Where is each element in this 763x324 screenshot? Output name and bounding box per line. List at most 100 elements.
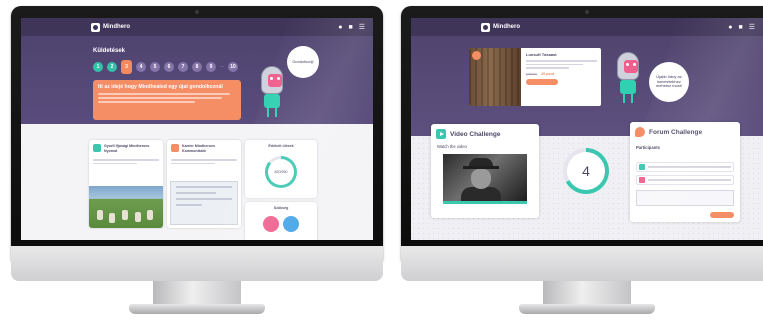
card-needs[interactable]: Szükség: [245, 202, 317, 240]
screen-right: Mindhero ● ■ ☰ Lunsuft Tokaast pdrtotu 2…: [411, 18, 763, 240]
robot-eye: [277, 77, 280, 80]
send-button[interactable]: [710, 212, 734, 218]
text-line: [171, 162, 216, 165]
card-title: Karrier Mindheroes Kommunikáló: [182, 144, 215, 153]
card-title: Értékelt ülések: [268, 144, 294, 148]
logo-icon: [91, 22, 100, 32]
score-value: 820/950: [274, 170, 288, 174]
product-showcase: Mindhero ● ■ ☰ Küldetések 1 2 3 4 5 6 7 …: [0, 0, 763, 324]
camera-icon: [585, 10, 589, 14]
top-nav: Mindhero ● ■ ☰: [411, 18, 763, 36]
robot-eye: [270, 77, 273, 80]
camera-icon: [195, 10, 199, 14]
card-title: Gyorfl Ifjúsági Mindheroes Nyomot: [104, 144, 150, 153]
reply-textarea[interactable]: [636, 190, 734, 206]
card-subtitle: Participants: [636, 145, 660, 150]
step-1[interactable]: 1: [93, 62, 103, 72]
card-title: Video Challenge: [450, 130, 501, 138]
robot-face: [268, 74, 282, 87]
robot-legs: [623, 94, 633, 103]
step-5[interactable]: 5: [150, 62, 160, 72]
banner-title: Itt az idejé hogy Mindhealed egy újat go…: [98, 84, 223, 90]
promo-title: Lunsuft Tokaast: [526, 52, 557, 57]
brand-logo[interactable]: Mindhero: [481, 22, 520, 32]
step-progress: 1 2 3 4 5 6 7 8 9 ·· 10: [93, 60, 238, 74]
step-ellipsis: ··: [220, 64, 224, 70]
robot-head: [617, 52, 639, 80]
robot-eye: [626, 63, 629, 66]
challenge-counter: 4: [563, 148, 609, 194]
step-8[interactable]: 8: [192, 62, 202, 72]
text-line: [93, 162, 138, 165]
avatar: [639, 177, 645, 183]
screen-left: Mindhero ● ■ ☰ Küldetések 1 2 3 4 5 6 7 …: [21, 18, 373, 240]
monitor-bezel: Mindhero ● ■ ☰ Lunsuft Tokaast pdrtotu 2…: [401, 6, 763, 261]
robot-face: [624, 60, 638, 73]
step-2[interactable]: 2: [107, 62, 117, 72]
step-4[interactable]: 4: [136, 62, 146, 72]
text-line: [526, 67, 569, 69]
avatar: [639, 164, 645, 170]
chat-bubble-icon: [635, 127, 645, 137]
badge-pink: [263, 216, 279, 232]
card-score[interactable]: Értékelt ülések 820/950: [245, 140, 317, 198]
speech-bubble: Újabb irány az ismeretekhez mehetsz most…: [649, 62, 689, 102]
bell-icon[interactable]: ●: [728, 24, 732, 31]
brand-name: Mindhero: [493, 24, 520, 30]
promo-card[interactable]: Lunsuft Tokaast pdrtotu 20 pont: [469, 48, 601, 106]
logo-icon: [481, 22, 490, 32]
score-ring: 820/950: [265, 156, 297, 188]
card-communication[interactable]: Karrier Mindheroes Kommunikáló: [167, 140, 241, 228]
text-line: [93, 159, 159, 161]
page-title: Küldetések: [93, 48, 126, 54]
robot-head: [261, 66, 283, 94]
participant-row: [636, 162, 734, 172]
group-photo: [89, 186, 163, 228]
card-activity[interactable]: Gyorfl Ifjúsági Mindheroes Nyomot: [89, 140, 163, 228]
activity-icon: [93, 144, 101, 152]
mascot-robot: [259, 66, 285, 118]
menu-icon[interactable]: ☰: [359, 24, 365, 31]
brand-name: Mindhero: [103, 24, 130, 30]
card-title: Forum Challenge: [649, 128, 703, 136]
step-7[interactable]: 7: [178, 62, 188, 72]
old-price: pdrtotu: [526, 71, 538, 76]
text-line: [526, 63, 583, 65]
user-icon[interactable]: ■: [348, 24, 352, 31]
menu-icon[interactable]: ☰: [749, 24, 755, 31]
monitor-chin: [401, 246, 763, 281]
buy-button[interactable]: [526, 78, 558, 85]
new-price: 20 pont: [541, 71, 554, 76]
step-9[interactable]: 9: [206, 62, 216, 72]
video-player[interactable]: [443, 154, 527, 204]
robot-body: [264, 94, 280, 108]
top-nav: Mindhero ● ■ ☰: [21, 18, 373, 36]
robot-legs: [267, 108, 277, 117]
preview-image: [170, 181, 238, 225]
video-challenge-card[interactable]: Video Challenge Watch the video: [431, 124, 539, 218]
play-icon: [436, 129, 446, 139]
monitor-base: [519, 304, 655, 314]
mission-banner[interactable]: Itt az idejé hogy Mindhealed egy újat go…: [93, 80, 241, 120]
text-line: [171, 159, 237, 161]
step-3[interactable]: 3: [121, 60, 132, 74]
brand-logo[interactable]: Mindhero: [91, 22, 130, 32]
forum-challenge-card[interactable]: Forum Challenge Participants: [630, 122, 740, 222]
mascot-robot: [615, 52, 641, 104]
monitor-chin: [11, 246, 383, 281]
step-6[interactable]: 6: [164, 62, 174, 72]
participant-row: [636, 175, 734, 185]
monitor-base: [129, 304, 265, 314]
card-subtitle: Watch the video: [437, 144, 467, 149]
chat-icon: [171, 144, 179, 152]
banner-text-line: [98, 97, 223, 99]
robot-body: [620, 80, 636, 94]
card-title: Szükség: [273, 206, 289, 210]
bell-icon[interactable]: ●: [338, 24, 342, 31]
chat-icon: [472, 51, 481, 60]
text-line: [526, 60, 597, 62]
monitor-bezel: Mindhero ● ■ ☰ Küldetések 1 2 3 4 5 6 7 …: [11, 6, 383, 261]
user-icon[interactable]: ■: [738, 24, 742, 31]
step-10[interactable]: 10: [228, 62, 238, 72]
counter-value: 4: [567, 152, 605, 190]
